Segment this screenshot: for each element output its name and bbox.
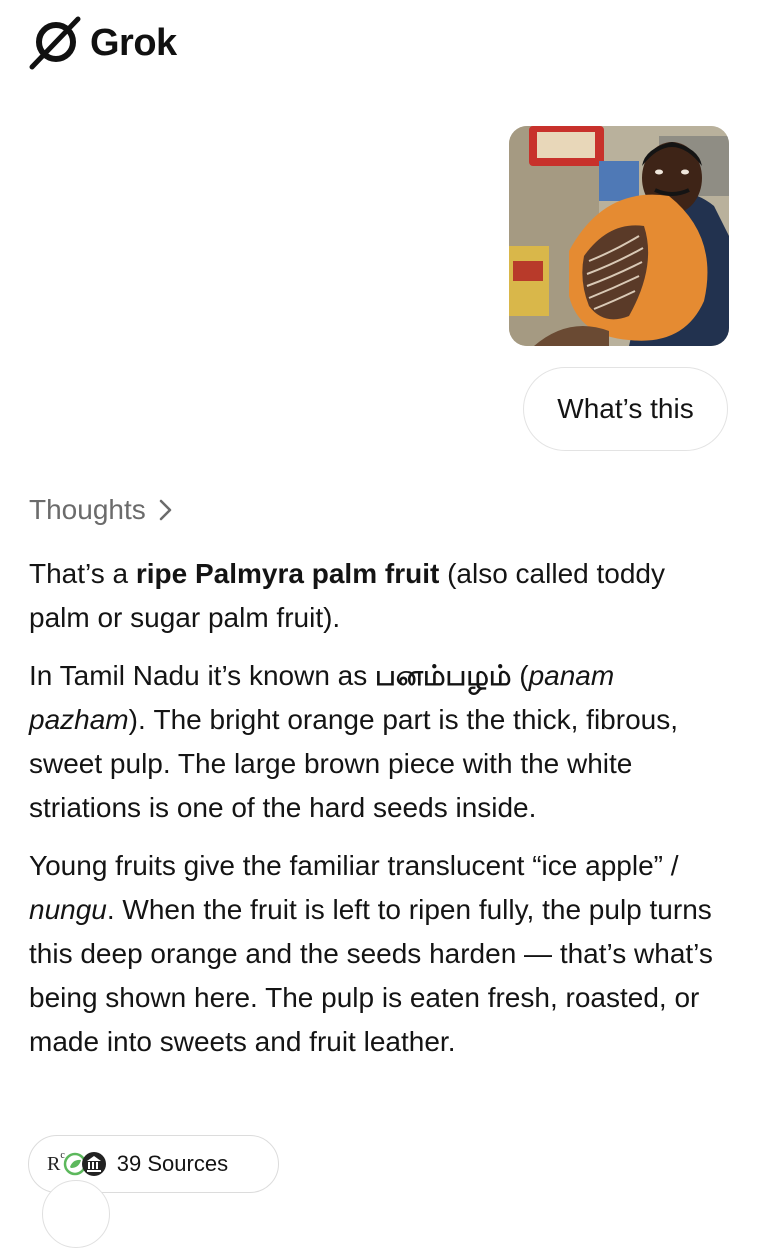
source-icons: Rc xyxy=(47,1149,107,1177)
grok-logo-icon xyxy=(29,16,81,70)
user-message-text: What’s this xyxy=(557,393,694,424)
assistant-answer: That’s a ripe Palmyra palm fruit (also c… xyxy=(29,552,729,1078)
scroll-down-button[interactable] xyxy=(42,1180,110,1248)
fruit-photo xyxy=(509,126,729,346)
app-name: Grok xyxy=(90,21,177,64)
user-uploaded-image[interactable] xyxy=(509,126,729,346)
bank-icon xyxy=(81,1152,106,1176)
answer-paragraph-3: Young fruits give the familiar transluce… xyxy=(29,850,713,1057)
header-logo[interactable]: Grok xyxy=(28,14,177,72)
thoughts-toggle[interactable]: Thoughts xyxy=(29,494,174,526)
nungu-term: nungu xyxy=(29,894,107,925)
tamil-name: பனம்பழம் xyxy=(375,660,512,691)
answer-paragraph-1: That’s a ripe Palmyra palm fruit (also c… xyxy=(29,558,665,633)
sources-label: 39 Sources xyxy=(116,1151,229,1176)
thoughts-label: Thoughts xyxy=(29,494,146,525)
user-message-bubble: What’s this xyxy=(523,367,728,451)
answer-bold-fruit-name: ripe Palmyra palm fruit xyxy=(135,558,440,589)
source-r-icon: Rc xyxy=(47,1149,65,1175)
answer-paragraph-2: In Tamil Nadu it’s known as பனம்பழம் (pa… xyxy=(29,660,679,823)
chevron-right-icon xyxy=(159,499,171,521)
